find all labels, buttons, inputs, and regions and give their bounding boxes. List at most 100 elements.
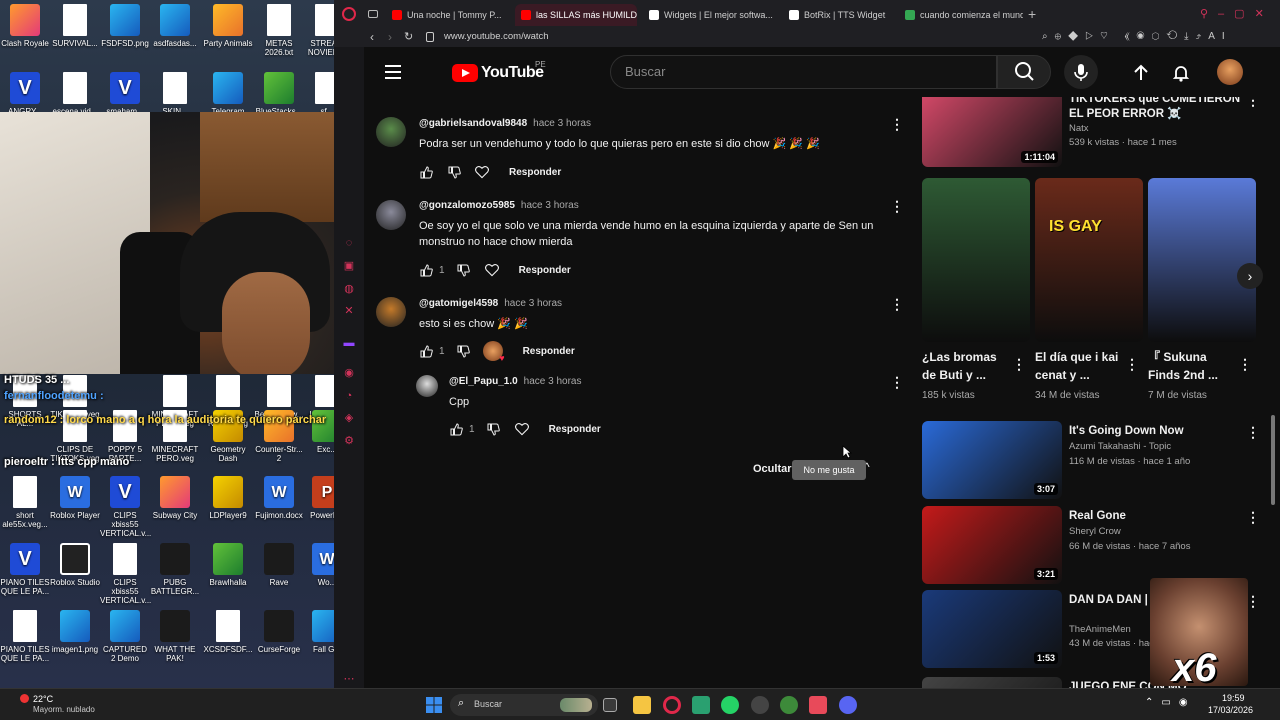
comment-username[interactable]: @gatomigel4598 hace 3 horas [419,298,562,309]
desktop-icon[interactable]: STREAM NOVIEM... [302,4,334,57]
desktop-icon[interactable]: W Wo... [302,543,334,587]
comment-user-handle[interactable]: @gabrielsandoval9848 [419,118,527,129]
desktop-icon[interactable]: W Roblox Player [50,476,100,520]
desktop-icon[interactable]: escena.vid... [50,72,100,116]
clock-time[interactable]: 19:59 [1222,693,1245,703]
desktop-icon[interactable]: PIANO TILES QUE LE PA... [0,610,50,663]
commenter-avatar[interactable] [376,297,406,327]
short-thumbnail[interactable]: IS GAY [1035,178,1143,342]
short-title[interactable]: El día que i kai cenat y ... [1035,348,1119,384]
desktop-icon[interactable]: Roblox Studio [50,543,100,587]
desktop-icon[interactable]: LDPlayer9 [203,476,253,520]
video-thumbnail[interactable]: 1:53 [922,590,1062,668]
video-thumbnail[interactable]: 1:11:04 [922,97,1062,167]
thumbs-down-icon[interactable] [457,263,471,277]
comment-user-handle[interactable]: @gonzalomozo5985 [419,200,515,211]
desktop-icon[interactable]: CAPTURED 2 Demo [100,610,150,663]
browser-tab[interactable]: Widgets | El mejor softwa... [643,4,777,26]
reply-button[interactable]: Responder [523,346,575,357]
desktop-icon[interactable]: METAS 2026.txt [254,4,304,57]
reload-icon[interactable]: ↻ [404,30,413,43]
discord-icon[interactable] [839,696,857,714]
sidebar-bag-icon[interactable]: ▣ [343,260,355,272]
task-view-icon[interactable] [603,698,617,712]
desktop-icon[interactable]: Fall G... [302,610,334,654]
opera-icon[interactable] [342,7,356,21]
tray-icons[interactable]: ⌃▭◉ [1145,697,1196,708]
desktop-icon[interactable]: CLIPS xbiss55 VERTICAL.v... [100,543,151,605]
desktop-icon[interactable]: imagen1.png [50,610,100,654]
comment-user-handle[interactable]: @El_Papu_1.0 [449,376,518,387]
weather-desc[interactable]: Mayorm. nublado [33,705,95,714]
comment-more-options-icon[interactable]: ⋮ [890,198,904,214]
comment-more-options-icon[interactable]: ⋮ [890,374,904,390]
desktop-icon[interactable]: WHAT THE PAK! [150,610,200,663]
desktop-icon[interactable]: asdfasdas... [150,4,200,48]
video-title[interactable]: It's Going Down Now [1069,424,1249,439]
taskbar-search[interactable]: ⌕ Buscar [450,694,598,716]
video-more-options-icon[interactable]: ⋮ [1246,97,1260,108]
menu-icon[interactable] [385,65,401,79]
desktop-icon[interactable]: V PIANO TILES QUE LE PA... [0,543,50,596]
desktop-icon[interactable]: PUBG BATTLEGR... [150,543,200,596]
davinci-icon[interactable] [751,696,769,714]
commenter-avatar[interactable] [376,200,406,230]
window-controls[interactable]: ⚲–▢✕ [1200,7,1274,20]
video-title[interactable]: TIKTOKERS que COMETIERON EL PEOR ERROR ☠… [1069,97,1249,122]
commenter-avatar[interactable] [376,117,406,147]
whatsapp-icon[interactable] [721,696,739,714]
heart-icon[interactable] [475,165,489,179]
video-thumbnail[interactable]: 3:07 [922,421,1062,499]
sidebar-x-icon[interactable]: ✕ [343,305,355,317]
weather-icon[interactable] [20,694,29,703]
sidebar-messenger-icon[interactable]: ◍ [343,283,355,295]
comment-more-options-icon[interactable]: ⋮ [890,296,904,312]
weather-temp[interactable]: 22°C [33,694,53,704]
file-explorer-icon[interactable] [633,696,651,714]
desktop-icon[interactable]: Brawlhalla [203,543,253,587]
shorts-next-button[interactable]: › [1237,263,1263,289]
creator-heart-avatar[interactable]: ♥ [482,341,505,363]
forward-icon[interactable]: › [388,30,392,44]
desktop-icon[interactable]: sf... [302,72,334,116]
comment-username[interactable]: @El_Papu_1.0 hace 3 horas [449,376,582,387]
desktop-icon[interactable]: VANGRY... [0,72,50,116]
user-avatar[interactable] [1217,59,1243,85]
desktop-icon[interactable]: FSDFSD.png [100,4,150,48]
desktop-icon[interactable]: V CLIPS xbiss55 VERTICAL.v... [100,476,151,538]
thumbs-up-icon[interactable] [449,422,463,436]
page-scrollbar[interactable] [1271,415,1275,505]
start-windows-icon[interactable] [426,697,442,713]
desktop-icon[interactable]: P PowerP... [302,476,334,520]
back-icon[interactable]: ‹ [370,30,374,44]
video-channel[interactable]: TheAnimeMen [1069,624,1131,635]
thumbs-down-icon[interactable] [457,344,471,358]
sidebar-music-icon[interactable]: ◉ [343,367,355,379]
heart-icon[interactable] [484,263,499,277]
desktop-icon[interactable]: Rave [254,543,304,587]
desktop-icon[interactable]: Party Animals [203,4,253,48]
commenter-avatar[interactable] [416,375,438,397]
reply-button[interactable]: Responder [549,424,601,435]
short-thumbnail[interactable] [1148,178,1256,342]
extension-icons[interactable]: ⌕⊕◆▷♡ ⟪◉⬡⟲⤓⤴AI [1042,31,1232,42]
desktop-icon[interactable]: CurseForge [254,610,304,654]
video-title[interactable]: Real Gone [1069,509,1249,524]
voice-search-button[interactable] [1064,55,1098,89]
video-more-options-icon[interactable]: ⋮ [1246,509,1260,525]
comment-more-options-icon[interactable]: ⋮ [890,116,904,132]
comment-username[interactable]: @gabrielsandoval9848 hace 3 horas [419,118,591,129]
short-title[interactable]: 『 Sukuna Finds 2nd ... [1148,348,1232,384]
desktop-icon[interactable]: SURVIVAL... [50,4,100,48]
video-thumbnail[interactable]: 3:21 [922,506,1062,584]
video-more-options-icon[interactable]: ⋮ [1246,424,1260,440]
short-more-options-icon[interactable]: ⋮ [1012,356,1026,372]
desktop-icon[interactable]: BlueStacks... [254,72,304,116]
tab-list-icon[interactable] [368,10,378,18]
thumbs-down-icon[interactable] [487,422,501,436]
short-thumbnail[interactable] [922,178,1030,342]
opera-taskbar-icon[interactable] [663,696,681,714]
sidebar-clock-icon[interactable]: ◔ [343,390,355,402]
sidebar-twitch-icon[interactable]: ▬ [343,337,355,349]
comment-timestamp[interactable]: hace 3 horas [524,376,582,387]
